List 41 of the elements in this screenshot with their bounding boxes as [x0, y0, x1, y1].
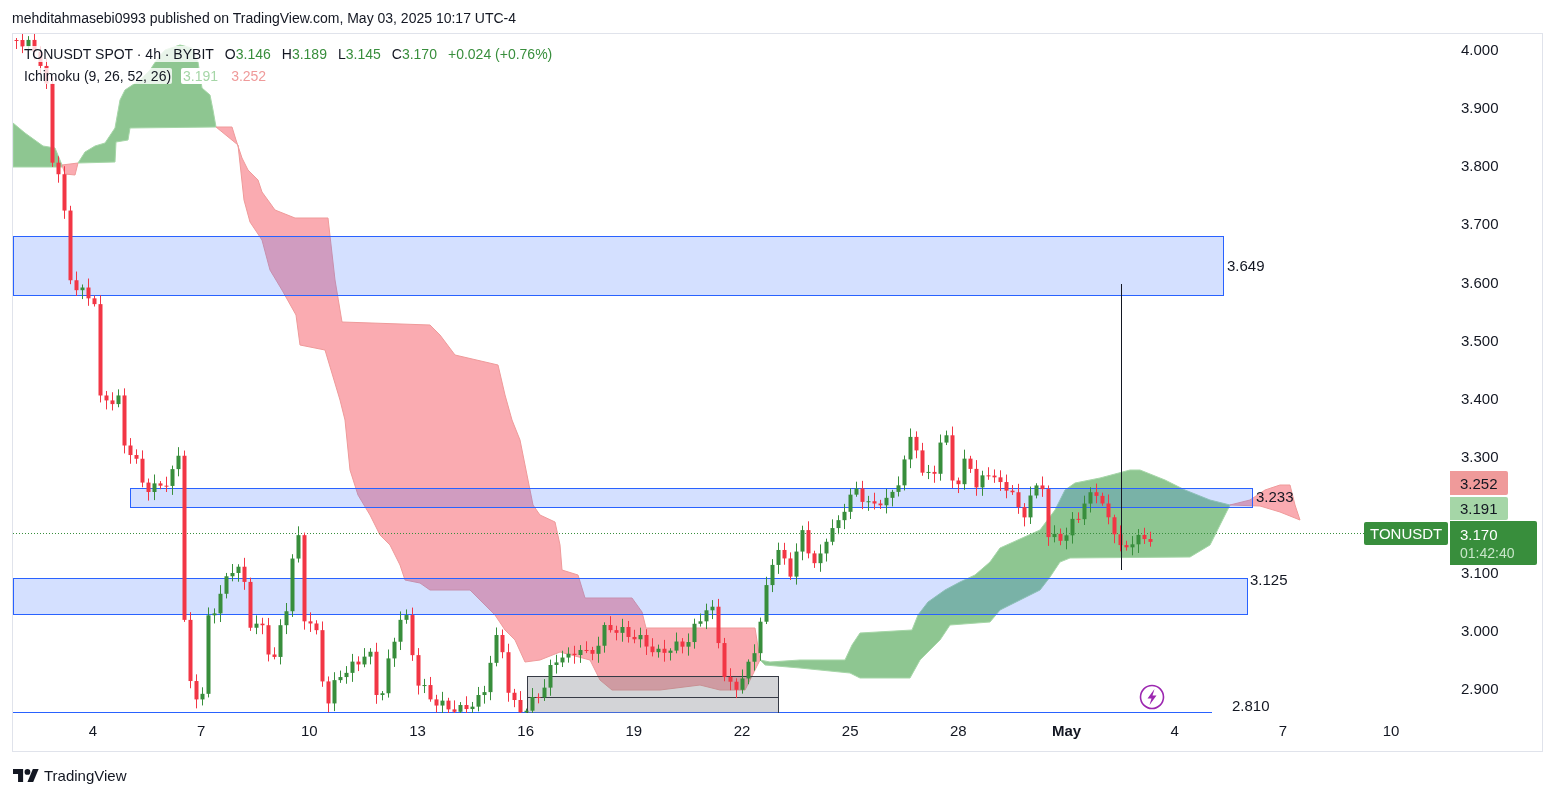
price-axis-label: 3.400	[1461, 390, 1499, 408]
price-axis-label: 4.000	[1461, 41, 1499, 59]
price-axis-label: 3.100	[1461, 564, 1499, 582]
price-axis-label: 3.600	[1461, 274, 1499, 292]
time-axis-label: 4	[88, 722, 98, 739]
zone-price-label: 3.649	[1227, 257, 1265, 274]
time-axis-label: 16	[517, 722, 534, 739]
indicator-price-badge: 3.191	[1450, 497, 1508, 520]
time-axis-label: May	[1051, 722, 1082, 739]
time-axis-label: 10	[301, 722, 318, 739]
time-axis-label: 22	[733, 722, 751, 739]
price-axis-label: 3.500	[1461, 332, 1499, 350]
price-axis-label: 2.900	[1461, 680, 1499, 698]
indicator-value: 3.191	[181, 67, 221, 84]
time-axis-label: 19	[625, 722, 643, 739]
symbol-title[interactable]: TONUSDT SPOT · 4h · BYBIT	[23, 45, 215, 62]
lightning-icon[interactable]	[1139, 684, 1165, 710]
time-axis-label: 4	[1170, 722, 1179, 739]
time-axis-label: 7	[197, 722, 206, 739]
zone-price-label: 3.125	[1250, 571, 1288, 588]
time-axis-label: 7	[1278, 722, 1288, 739]
time-axis-label: 25	[841, 722, 859, 739]
price-axis-label: 3.300	[1461, 448, 1499, 466]
zone-price-label: 2.810	[1232, 697, 1270, 713]
price-axis-label: 3.000	[1461, 622, 1499, 640]
indicator-name[interactable]: Ichimoku (9, 26, 52, 26)	[23, 67, 173, 84]
time-axis-label: 28	[950, 722, 967, 739]
price-change: +0.024 (+0.76%)	[446, 45, 554, 62]
time-axis-label: 13	[409, 722, 426, 739]
brand-name[interactable]: TradingView	[44, 766, 127, 784]
price-axis-label: 3.700	[1461, 215, 1499, 233]
last-price: 3.170	[1460, 524, 1499, 544]
zone-price-label: 3.233	[1256, 488, 1294, 505]
publication-caption: mehditahmasebi0993 published on TradingView.com, May 03, 2025 10:17 UTC-4	[12, 10, 517, 26]
symbol-tag: TONUSDT	[1364, 522, 1449, 545]
bar-countdown: 01:42:40	[1460, 543, 1516, 562]
time-axis-label: 10	[1382, 722, 1400, 739]
indicator-price-badge: 3.252	[1450, 471, 1508, 495]
price-axis-label: 3.800	[1461, 157, 1499, 175]
price-axis-label: 3.900	[1461, 99, 1499, 117]
logo-icon[interactable]	[13, 768, 39, 782]
